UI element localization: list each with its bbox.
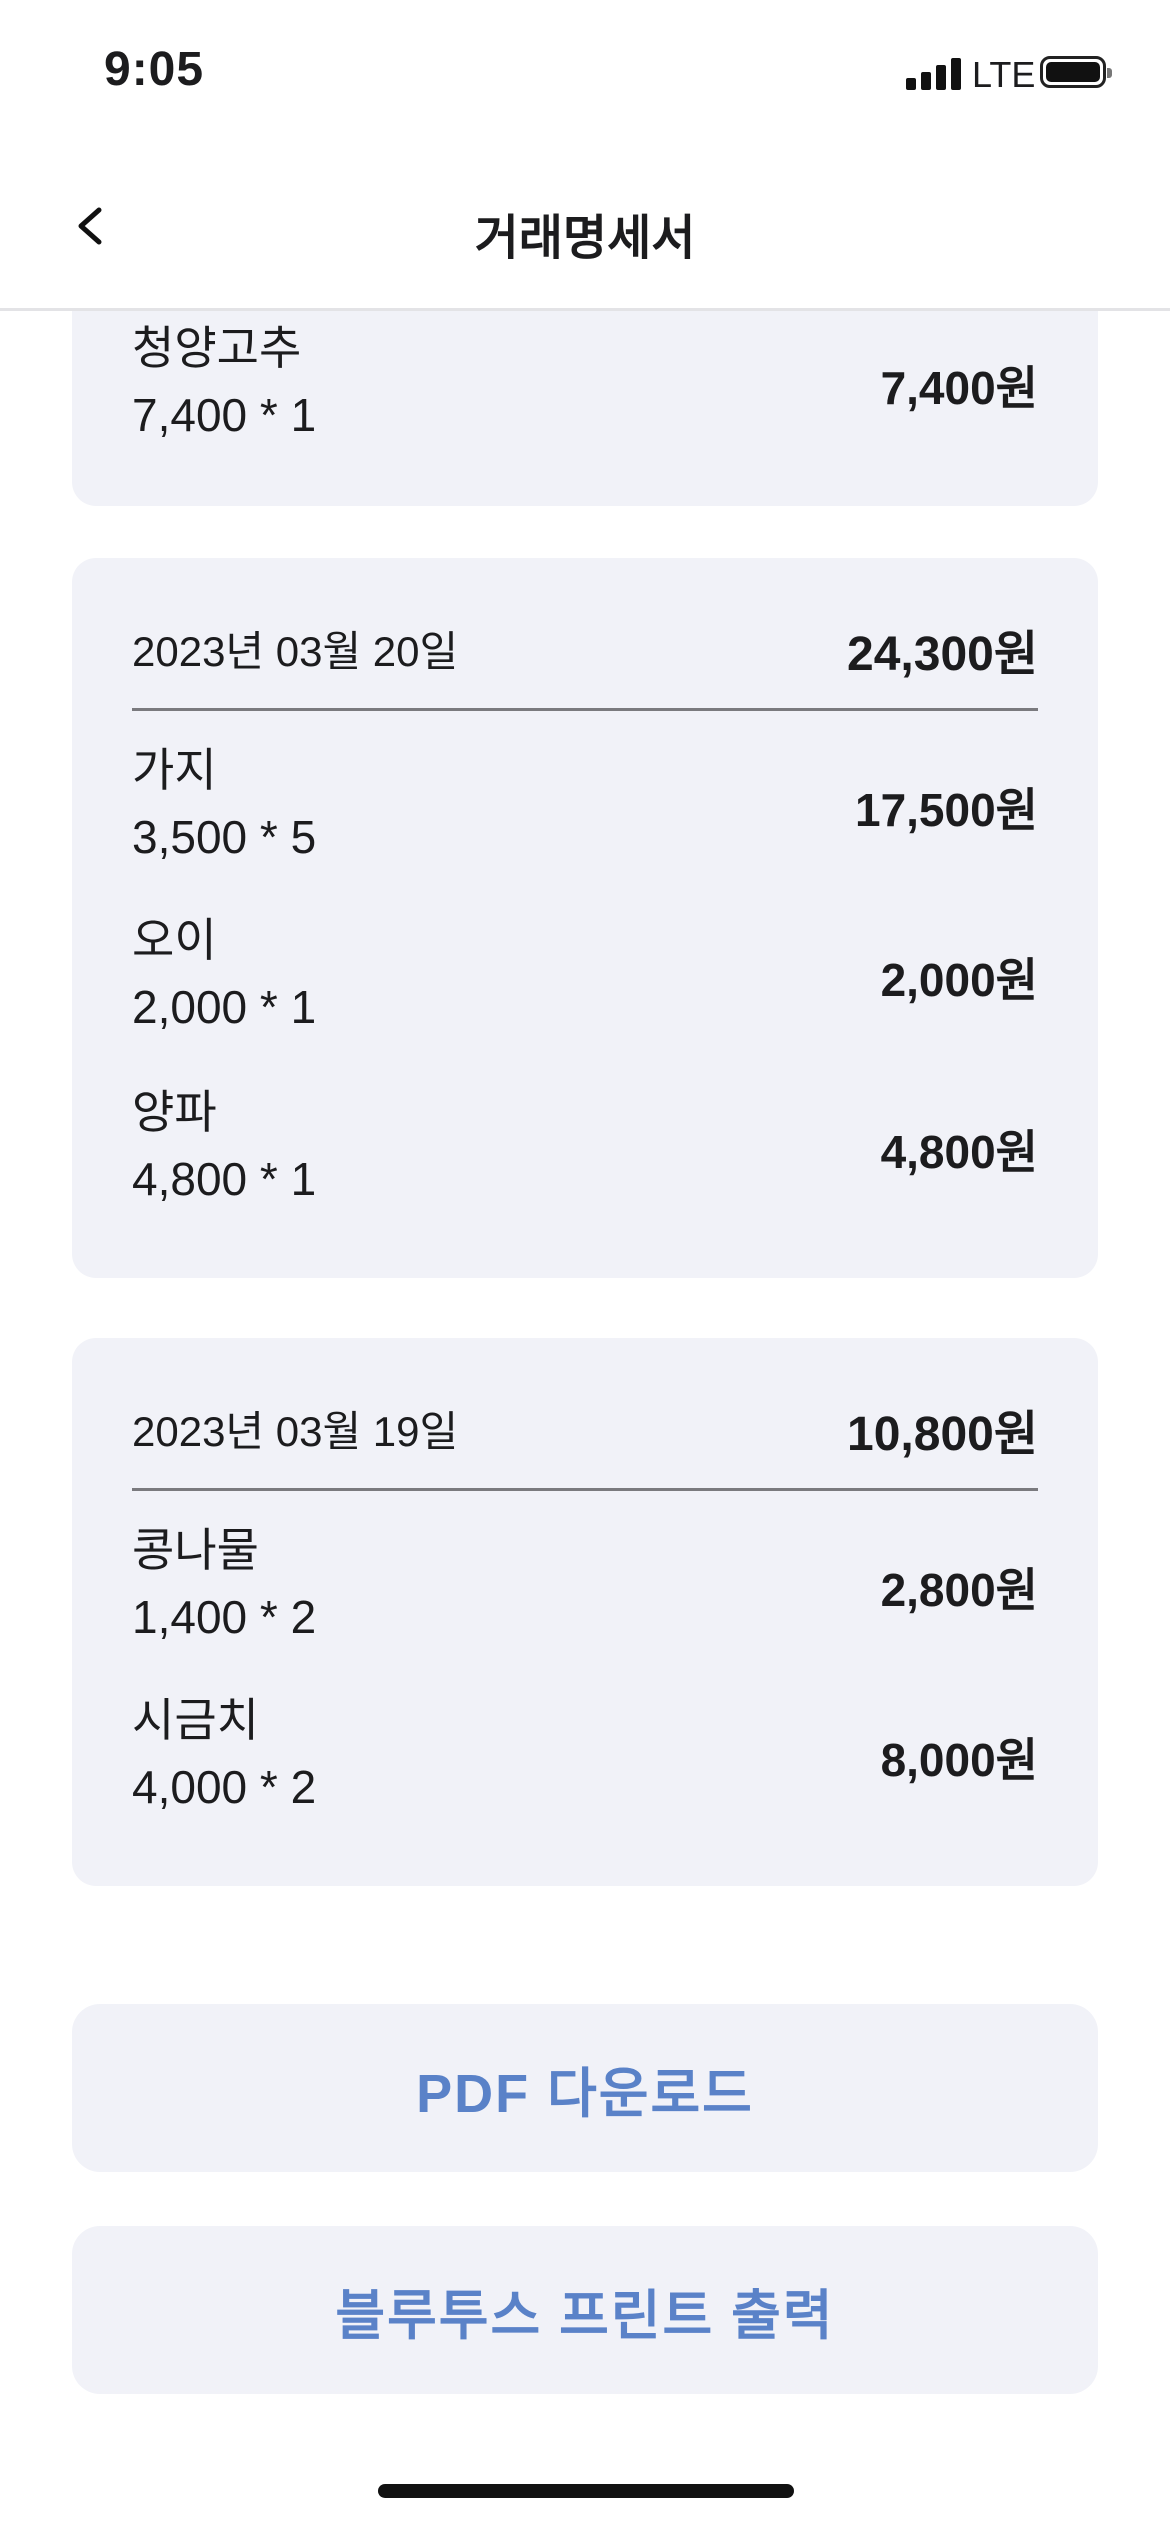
transaction-card: 2023년 03월 19일 10,800원 콩나물 1,400 * 2 2,80… [72, 1338, 1098, 1886]
signal-icon [906, 58, 962, 90]
item-amount: 2,800원 [880, 1564, 1038, 1616]
item-quantity: 4,000 * 2 [132, 1761, 317, 1813]
item-amount: 2,000원 [880, 954, 1038, 1006]
status-time: 9:05 [104, 43, 205, 96]
status-bar: 9:05 LTE [0, 0, 1170, 150]
item-name: 양파 [132, 1086, 217, 1138]
nav-bar: 거래명세서 [0, 150, 1170, 311]
transaction-total: 24,300원 [847, 628, 1038, 681]
transaction-total: 10,800원 [847, 1408, 1038, 1461]
card-header: 2023년 03월 19일 10,800원 [132, 1338, 1038, 1491]
transaction-card: 2023년 03월 20일 24,300원 가지 3,500 * 5 17,50… [72, 558, 1098, 1278]
item-amount: 7,400원 [880, 362, 1038, 414]
transaction-date: 2023년 03월 20일 [132, 628, 459, 675]
statement-list[interactable]: 청양고추 7,400 * 1 7,400원 2023년 03월 20일 24,3… [0, 308, 1170, 2532]
item-name: 가지 [132, 744, 217, 796]
battery-icon [1040, 56, 1112, 88]
item-amount: 4,800원 [880, 1126, 1038, 1178]
item-quantity: 7,400 * 1 [132, 389, 317, 441]
item-name: 시금치 [132, 1694, 259, 1746]
list-item: 가지 3,500 * 5 17,500원 [132, 734, 1038, 904]
item-name: 청양고추 [132, 322, 302, 374]
bluetooth-print-button[interactable]: 블루투스 프린트 출력 [72, 2226, 1098, 2394]
list-item: 양파 4,800 * 1 4,800원 [132, 1076, 1038, 1246]
item-amount: 17,500원 [854, 784, 1038, 836]
page-title: 거래명세서 [474, 212, 696, 265]
transaction-card-partial: 청양고추 7,400 * 1 7,400원 [72, 308, 1098, 506]
list-item: 시금치 4,000 * 2 8,000원 [132, 1684, 1038, 1854]
item-quantity: 2,000 * 1 [132, 981, 317, 1033]
pdf-download-button[interactable]: PDF 다운로드 [72, 2004, 1098, 2172]
network-label: LTE [972, 54, 1036, 95]
list-item: 청양고추 7,400 * 1 7,400원 [132, 312, 1038, 482]
card-header: 2023년 03월 20일 24,300원 [132, 558, 1038, 711]
list-item: 오이 2,000 * 1 2,000원 [132, 904, 1038, 1074]
home-indicator[interactable] [378, 2484, 794, 2498]
item-quantity: 3,500 * 5 [132, 811, 317, 863]
item-quantity: 4,800 * 1 [132, 1153, 317, 1205]
item-name: 콩나물 [132, 1524, 259, 1576]
transaction-date: 2023년 03월 19일 [132, 1408, 459, 1455]
item-amount: 8,000원 [880, 1734, 1038, 1786]
list-item: 콩나물 1,400 * 2 2,800원 [132, 1514, 1038, 1684]
item-quantity: 1,400 * 2 [132, 1591, 317, 1643]
item-name: 오이 [132, 914, 217, 966]
